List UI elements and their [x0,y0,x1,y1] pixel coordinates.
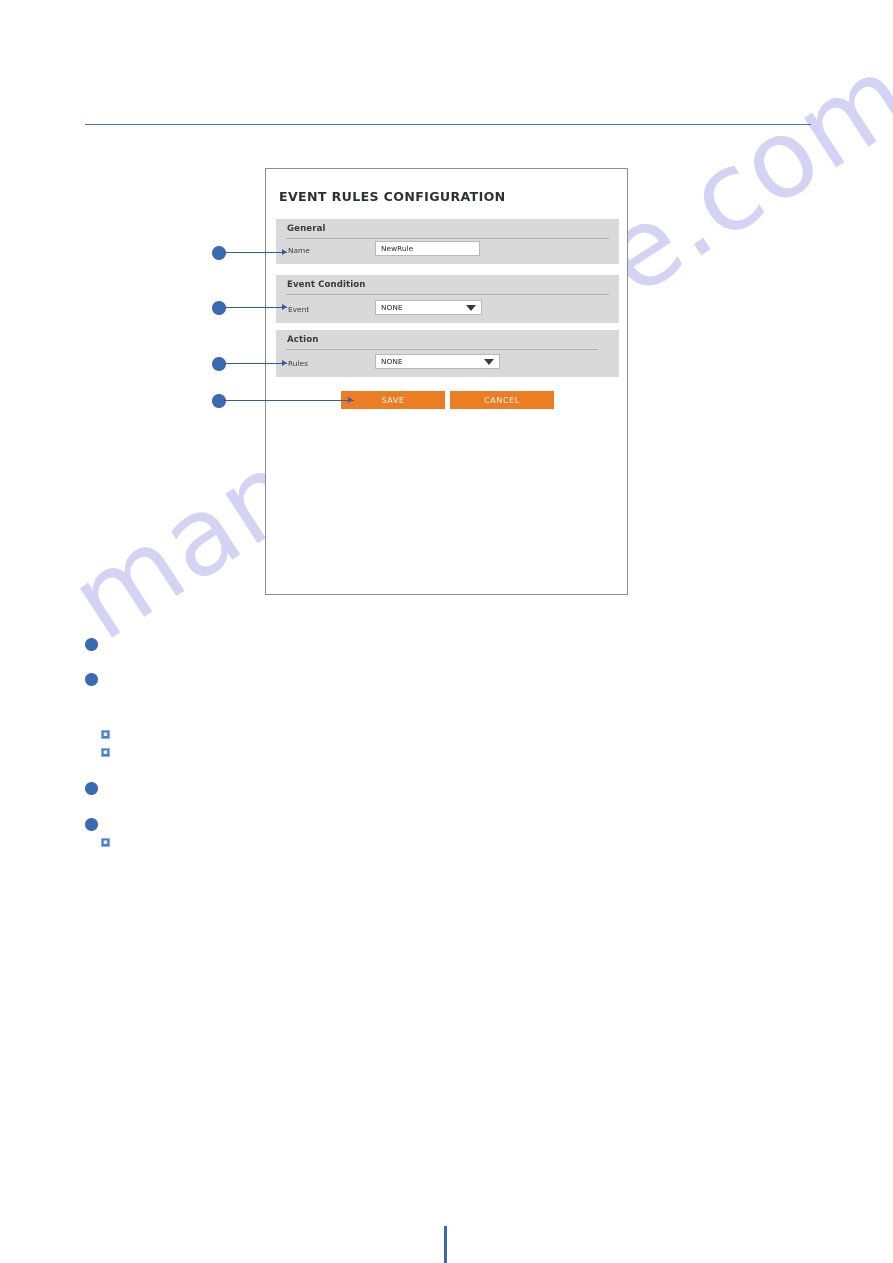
chevron-down-icon [466,304,476,311]
sub-list-marker-icon: ▪ [101,838,110,847]
list-item-bullet [85,673,98,686]
callout-leader-line [224,400,354,401]
event-select-value: NONE [381,303,403,312]
list-item-bullet [85,782,98,795]
callout-leader-line [224,363,287,364]
section-divider [286,238,609,239]
event-select[interactable]: NONE [375,300,482,315]
callout-leader-line [224,252,287,253]
field-label-rules: Rules [288,359,308,368]
rules-select-value: NONE [381,357,403,366]
section-event-condition: Event Condition Event NONE [276,275,619,323]
section-divider [286,349,598,350]
callout-arrow-icon [348,397,353,403]
callout-arrow-icon [282,249,287,255]
name-input[interactable]: NewRule [375,241,480,256]
callout-leader-line [224,307,287,308]
section-title-general: General [287,224,326,234]
section-action: Action Rules NONE [276,330,619,377]
section-divider [286,294,609,295]
list-item-bullet [85,818,98,831]
manual-page: manualshive.com EVENT RULES CONFIGURATIO… [0,0,893,1263]
callout-dot [212,357,226,371]
callout-arrow-icon [282,304,287,310]
sub-list-marker-icon: ▪ [101,748,110,757]
cancel-button[interactable]: CANCEL [450,391,554,409]
section-general: General Name NewRule [276,219,619,264]
page-title: EVENT RULES CONFIGURATION [279,189,506,204]
sub-list-marker-icon: ▪ [101,730,110,739]
event-rules-configuration-panel: EVENT RULES CONFIGURATION General Name N… [265,168,628,595]
field-label-name: Name [288,246,310,255]
list-item-bullet [85,638,98,651]
rules-select[interactable]: NONE [375,354,500,369]
footer-marker [444,1226,447,1263]
section-title-action: Action [287,335,319,345]
callout-dot [212,246,226,260]
save-button[interactable]: SAVE [341,391,445,409]
callout-dot [212,301,226,315]
chevron-down-icon [484,358,494,365]
callout-dot [212,394,226,408]
header-rule [85,124,811,125]
field-label-event: Event [288,305,310,314]
callout-arrow-icon [282,360,287,366]
section-title-event-condition: Event Condition [287,280,366,290]
